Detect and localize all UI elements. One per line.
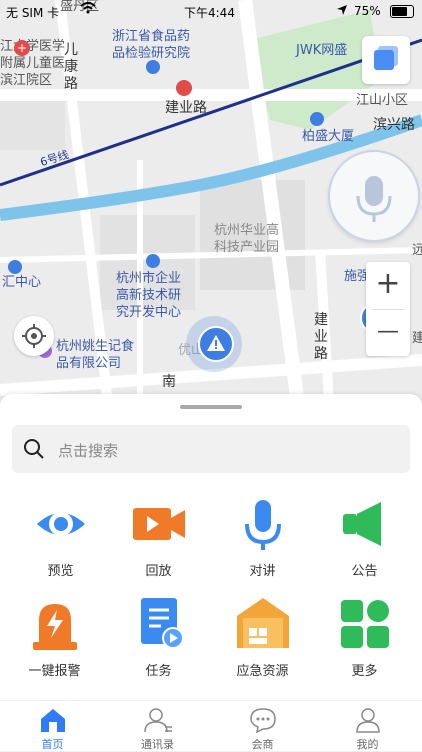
map-label-jianye-road: 建业路 [165, 100, 207, 116]
map-label-hospital: 江大学医学 附属儿童医 滨江院区 [0, 39, 66, 88]
map-label-baisheng: 柏盛大厦 [302, 129, 355, 144]
grid-item-label: 预览 [47, 564, 74, 579]
tab-bar: 首页 通讯录 会商 我的 [0, 700, 422, 751]
crosshair-icon [22, 324, 46, 348]
eye-icon [37, 512, 85, 536]
map-label-food-institute: 浙江省食品药 品检验研究院 [112, 29, 191, 61]
grid-item-label: 更多 [351, 664, 378, 679]
home-icon [41, 709, 65, 732]
map-label-yaoji: 杭州姚生记食 品有限公司 [56, 339, 135, 371]
battery-icon [390, 5, 414, 18]
grid-item-label: 公告 [351, 564, 378, 579]
status-bar: 无 SIM 卡 下午4:44 75% [0, 0, 422, 22]
grid-item-emergency-resources[interactable]: 应急资源 [210, 598, 315, 688]
alarm-marker[interactable] [186, 316, 242, 372]
alarm-warning-icon [198, 326, 234, 362]
metro-station-icon[interactable] [176, 80, 192, 96]
poi-icon[interactable] [310, 112, 324, 126]
search-icon [24, 439, 44, 459]
zoom-out-button[interactable]: — [366, 310, 410, 356]
zoom-control: + — [366, 262, 410, 356]
time-label: 下午4:44 [184, 6, 235, 20]
grid-item-task[interactable]: 任务 [106, 598, 211, 688]
grid-item-label: 回放 [145, 564, 172, 579]
video-playback-icon [133, 508, 185, 540]
contacts-icon [144, 708, 172, 733]
map-label-kang-road: 儿 康 路 [64, 42, 78, 92]
map-label-huaye: 杭州华业高 科技产业园 [214, 223, 280, 255]
tab-consult[interactable]: 会商 [210, 701, 315, 751]
map-label-binxing: 滨兴路 [373, 117, 415, 133]
grid-item-label: 一键报警 [28, 664, 81, 679]
map-label-jianye-road-vertical: 建 业 路 [314, 312, 328, 362]
grid-item-label: 任务 [145, 664, 172, 679]
bottom-sheet: 点击搜索 预览 回放 对讲 公告 一键报警 任务 应急资源 更多 [0, 394, 422, 750]
grid-item-intercom[interactable]: 对讲 [210, 498, 315, 588]
grid-item-label: 应急资源 [236, 664, 289, 679]
drag-handle[interactable] [180, 405, 242, 409]
poi-icon[interactable] [146, 60, 160, 74]
map-label-yuan: 远 [412, 243, 422, 258]
map-label-nan: 南 [162, 374, 176, 390]
profile-icon [356, 708, 380, 733]
tab-contacts[interactable]: 通讯录 [105, 701, 210, 751]
grid-item-playback[interactable]: 回放 [106, 498, 211, 588]
wifi-icon [80, 2, 96, 17]
search-bar[interactable]: 点击搜索 [12, 425, 410, 473]
map-label-jiangshan: 江山小区 [356, 93, 409, 108]
map-label-huicenter: 汇中心 [2, 275, 42, 290]
poi-icon[interactable] [8, 260, 22, 274]
hospital-icon[interactable]: + [14, 40, 30, 56]
tab-mine[interactable]: 我的 [315, 701, 420, 751]
map-layer-button[interactable] [362, 36, 410, 84]
search-placeholder: 点击搜索 [58, 442, 119, 460]
layers-icon [374, 50, 394, 70]
map-label-jian: 建 [412, 331, 422, 346]
task-document-icon [141, 598, 184, 649]
poi-icon[interactable] [146, 254, 160, 268]
map-label-jwk: JWK网盛 [296, 43, 348, 58]
microphone-icon [245, 500, 281, 550]
location-arrow-icon [336, 4, 348, 19]
grid-item-preview[interactable]: 预览 [8, 498, 113, 588]
locate-button[interactable] [14, 316, 54, 356]
grid-item-announcement[interactable]: 公告 [312, 498, 417, 588]
warehouse-icon [237, 598, 289, 648]
grid-item-label: 对讲 [249, 564, 276, 579]
battery-percent: 75% [354, 4, 381, 18]
speaker-icon [343, 502, 381, 546]
alarm-light-icon [33, 604, 77, 650]
carrier-label: 无 SIM 卡 [6, 6, 60, 20]
grid-item-alarm[interactable]: 一键报警 [2, 598, 107, 688]
chat-bubble-icon [250, 708, 276, 733]
voice-button[interactable] [330, 152, 418, 240]
more-apps-icon [341, 600, 389, 648]
microphone-icon [356, 176, 392, 222]
grid-item-more[interactable]: 更多 [312, 598, 417, 688]
map-label-incubator: 杭州市企业 高新技术研 究开发中心 [116, 271, 182, 320]
zoom-in-button[interactable]: + [366, 262, 410, 308]
tab-home[interactable]: 首页 [0, 701, 105, 751]
